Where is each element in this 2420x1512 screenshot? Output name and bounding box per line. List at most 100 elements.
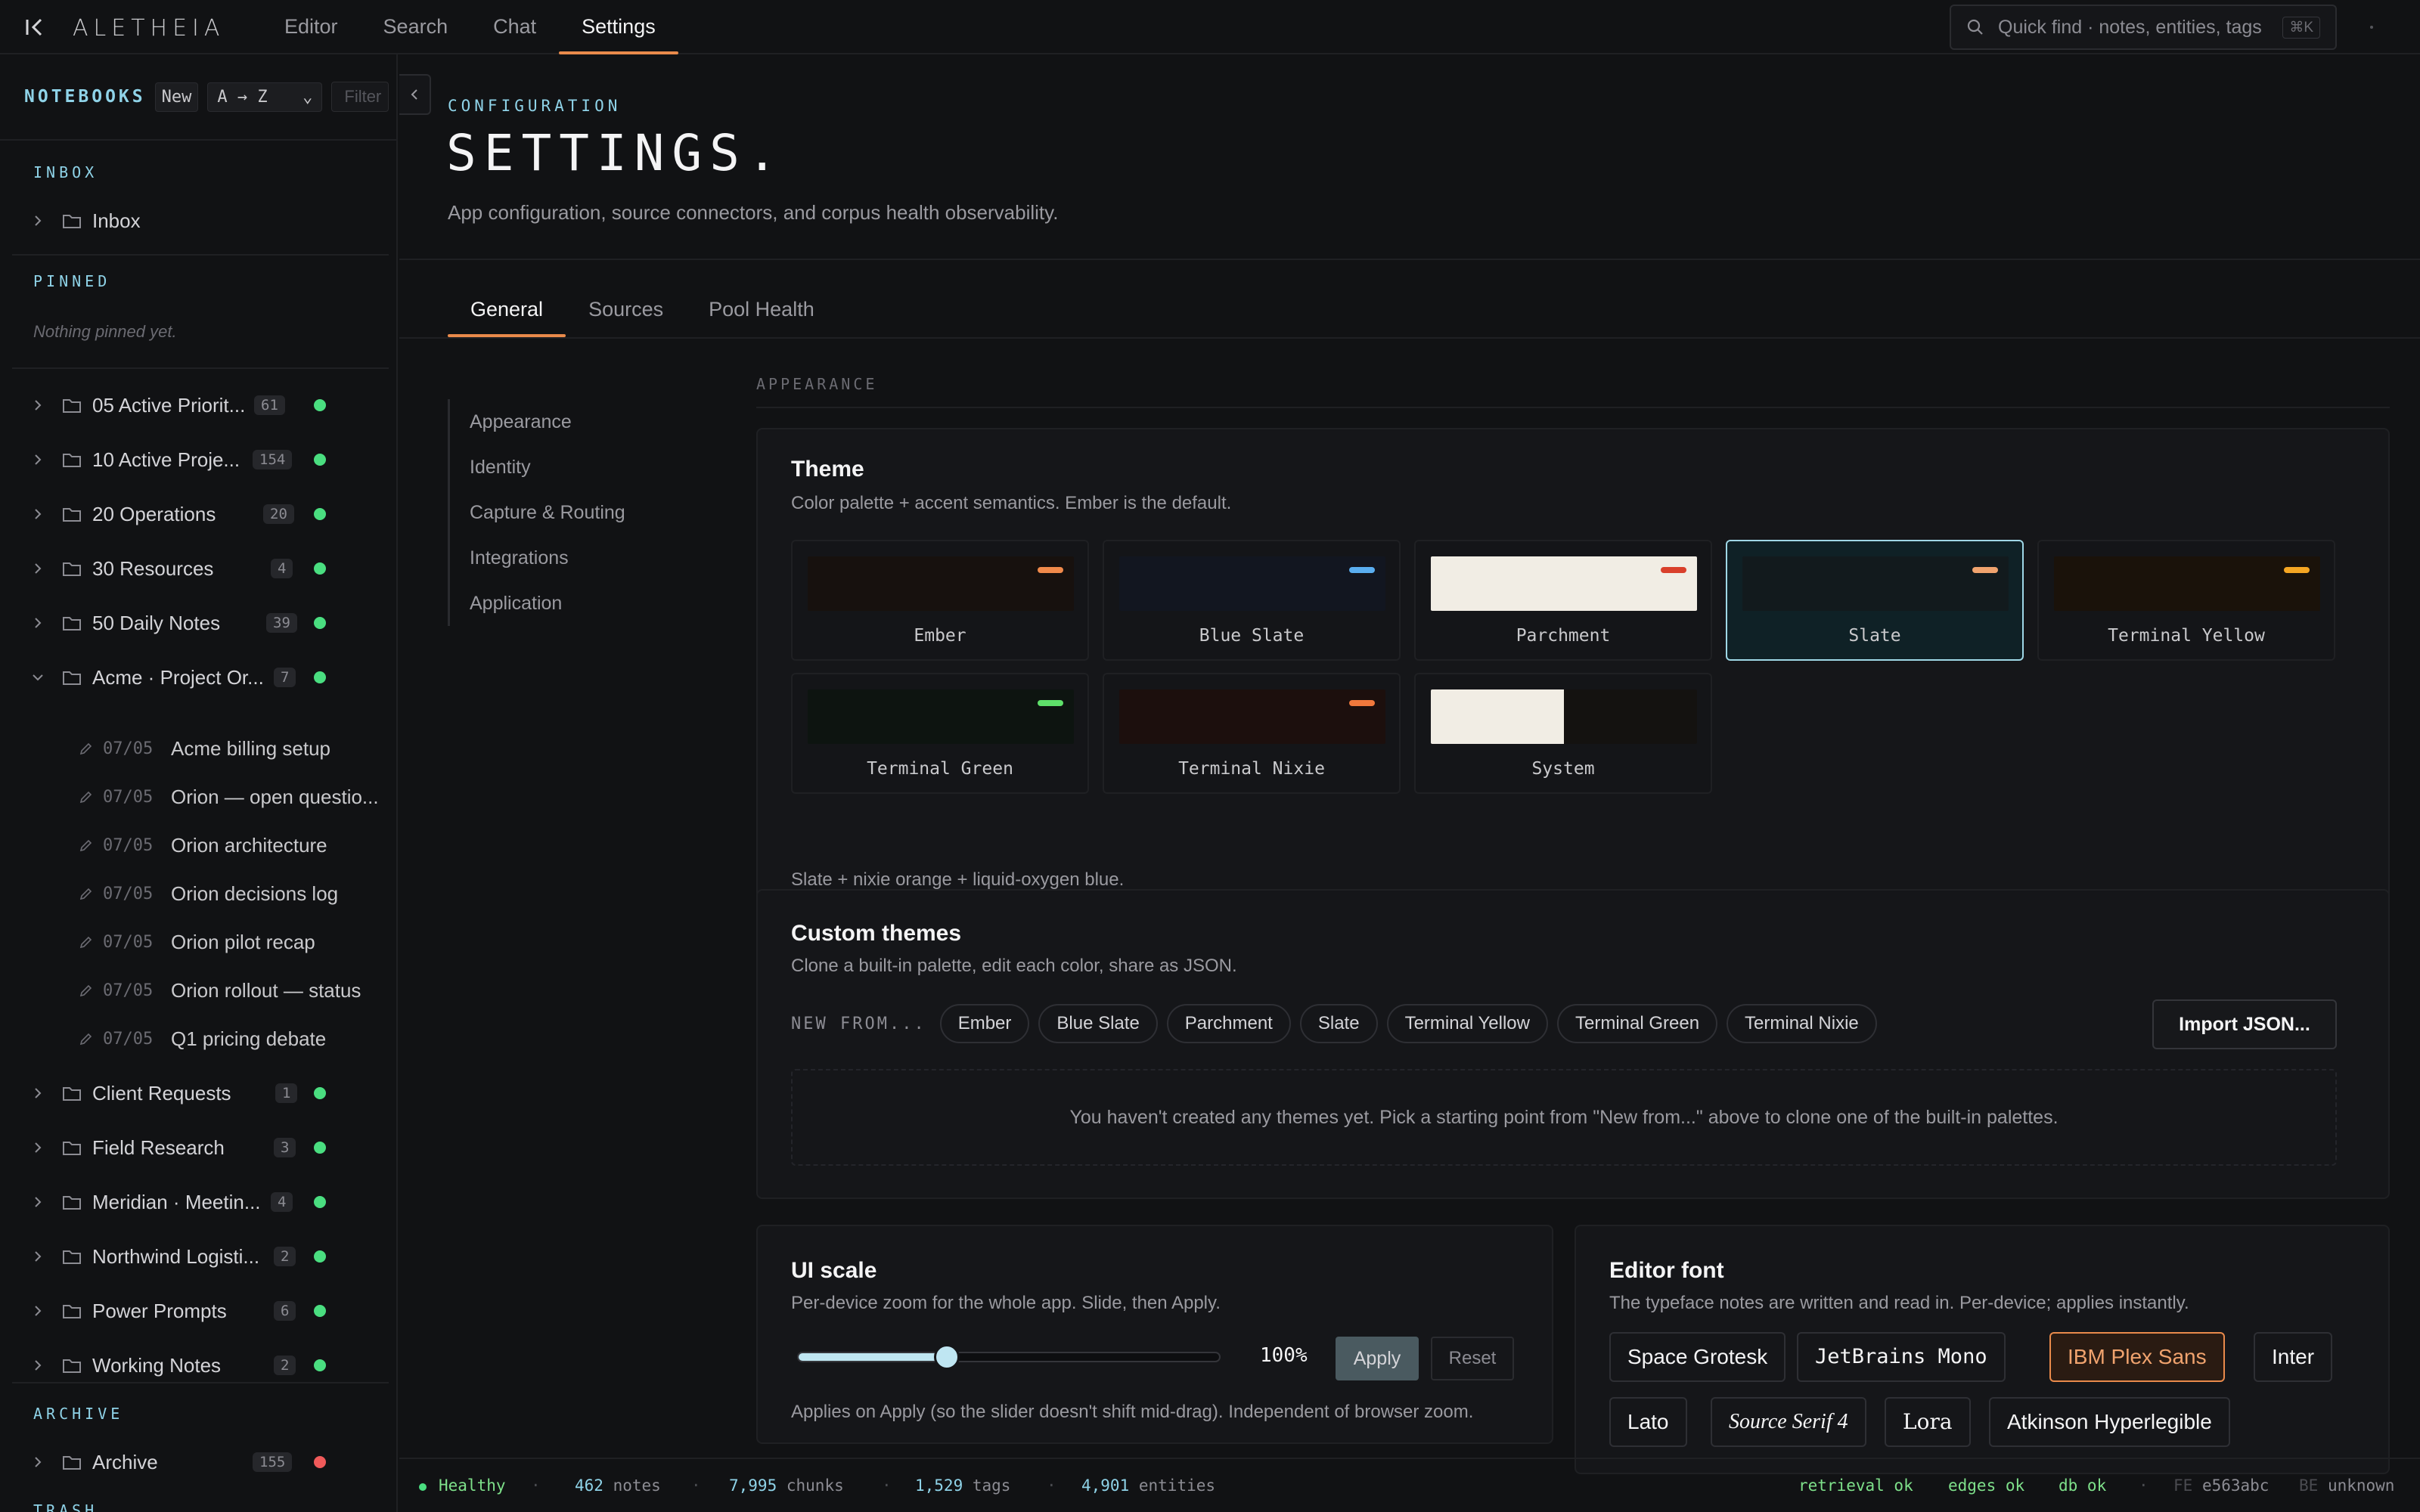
tab-pool-health[interactable]: Pool Health <box>686 281 837 337</box>
font-lato[interactable]: Lato <box>1609 1397 1687 1447</box>
status-dot <box>314 671 326 683</box>
subnav-integrations[interactable]: Integrations <box>450 535 675 581</box>
sidebar-note-item[interactable]: 07/05 Orion decisions log <box>0 874 396 913</box>
subnav-identity[interactable]: Identity <box>450 445 675 490</box>
nav-search[interactable]: Search <box>361 0 471 54</box>
slider-thumb[interactable] <box>934 1344 960 1370</box>
note-title: Q1 pricing debate <box>171 1027 327 1050</box>
sidebar-item-folder[interactable]: 50 Daily Notes 39 <box>0 602 396 644</box>
divider <box>12 254 389 256</box>
subnav-application[interactable]: Application <box>450 581 675 626</box>
note-title: Orion architecture <box>171 833 327 857</box>
main-content: CONFIGURATION SETTINGS. App configuratio… <box>399 54 2420 1474</box>
new-from-pill[interactable]: Terminal Nixie <box>1727 1004 1877 1043</box>
slider-fill <box>799 1353 947 1361</box>
sidebar-item-inbox[interactable]: Inbox <box>0 200 396 242</box>
sidebar-item-folder[interactable]: Working Notes 2 <box>0 1344 396 1387</box>
sidebar-note-item[interactable]: 07/05 Orion rollout — status <box>0 971 396 1010</box>
reset-button[interactable]: Reset <box>1431 1337 1514 1380</box>
theme-swatch[interactable]: Blue Slate <box>1103 540 1401 661</box>
sidebar-item-folder[interactable]: 10 Active Proje... 154 <box>0 438 396 481</box>
sidebar-item-folder[interactable]: Northwind Logisti... 2 <box>0 1235 396 1278</box>
pencil-icon <box>79 791 92 804</box>
ui-scale-desc: Per-device zoom for the whole app. Slide… <box>791 1293 1221 1313</box>
chevron-right-icon <box>35 1360 42 1371</box>
theme-card: Theme Color palette + accent semantics. … <box>756 428 2390 922</box>
sidebar-item-folder[interactable]: Meridian · Meetin... 4 <box>0 1181 396 1223</box>
be-label: BE <box>2299 1476 2319 1495</box>
font-atkinson-hyperlegible[interactable]: Atkinson Hyperlegible <box>1989 1397 2230 1447</box>
font-jetbrains-mono[interactable]: JetBrains Mono <box>1797 1332 2006 1382</box>
quick-find-input[interactable]: Quick find · notes, entities, tags ⌘K <box>1950 5 2337 50</box>
apply-button[interactable]: Apply <box>1336 1337 1419 1380</box>
sidebar-item-folder[interactable]: Field Research 3 <box>0 1126 396 1169</box>
new-from-pill[interactable]: Ember <box>939 1004 1030 1043</box>
new-from-pill[interactable]: Terminal Yellow <box>1386 1004 1548 1043</box>
count-badge: 1 <box>275 1083 298 1103</box>
chunks-count: 7,995 <box>729 1476 777 1495</box>
new-notebook-button[interactable]: New <box>154 82 199 112</box>
sidebar-item-label: Inbox <box>92 209 141 232</box>
nav-settings[interactable]: Settings <box>559 0 678 54</box>
sidebar-item-label: Client Requests <box>92 1081 231 1105</box>
more-icon[interactable] <box>2370 26 2373 29</box>
new-from-pill[interactable]: Blue Slate <box>1038 1004 1158 1043</box>
sidebar-item-folder[interactable]: Client Requests 1 <box>0 1072 396 1114</box>
new-from-pill[interactable]: Terminal Green <box>1556 1004 1718 1043</box>
sidebar-item-folder[interactable]: 05 Active Priorit... 61 <box>0 384 396 426</box>
subnav-capture-routing[interactable]: Capture & Routing <box>450 490 675 535</box>
chevron-down-icon <box>33 674 43 681</box>
sidebar-item-label: Working Notes <box>92 1353 222 1377</box>
collapse-sidebar-icon[interactable] <box>23 14 50 41</box>
sidebar-item-folder[interactable]: 20 Operations 20 <box>0 493 396 535</box>
theme-swatch[interactable]: Terminal Nixie <box>1103 673 1401 794</box>
ui-scale-note: Applies on Apply (so the slider doesn't … <box>791 1402 1474 1422</box>
import-json-button[interactable]: Import JSON... <box>2152 999 2337 1049</box>
new-from-pill[interactable]: Parchment <box>1166 1004 1291 1043</box>
sidebar-note-item[interactable]: 07/05 Orion pilot recap <box>0 922 396 962</box>
theme-swatch[interactable]: Terminal Yellow <box>2037 540 2335 661</box>
font-source-serif-4[interactable]: Source Serif 4 <box>1711 1397 1866 1447</box>
theme-name: Slate <box>1848 626 1901 646</box>
pencil-icon <box>79 984 92 997</box>
theme-swatch[interactable]: Parchment <box>1414 540 1712 661</box>
sidebar-note-item[interactable]: 07/05 Orion — open questio... <box>0 777 396 816</box>
sidebar-item-folder[interactable]: Power Prompts 6 <box>0 1290 396 1332</box>
new-from-pill[interactable]: Slate <box>1299 1004 1378 1043</box>
font-ibm-plex-sans[interactable]: IBM Plex Sans <box>2049 1332 2225 1382</box>
fe-value: e563abc <box>2201 1476 2270 1495</box>
accent-chip <box>1349 567 1375 573</box>
sort-select[interactable]: A → Z ⌄ <box>207 82 323 112</box>
filter-input[interactable]: Filter <box>331 82 389 112</box>
theme-swatch[interactable]: Terminal Green <box>791 673 1089 794</box>
theme-swatch[interactable]: Ember <box>791 540 1089 661</box>
separator: · <box>1047 1476 1056 1495</box>
sidebar-item-folder[interactable]: Acme · Project Or... 7 <box>0 656 396 699</box>
divider <box>399 259 2420 260</box>
sidebar-item-label: 05 Active Priorit... <box>92 393 246 417</box>
theme-swatch[interactable]: System <box>1414 673 1712 794</box>
font-lora[interactable]: Lora <box>1885 1397 1971 1447</box>
chevron-right-icon <box>35 1306 42 1316</box>
folder-icon <box>63 1196 81 1210</box>
tab-general[interactable]: General <box>448 281 566 337</box>
sidebar-note-item[interactable]: 07/05 Q1 pricing debate <box>0 1019 396 1058</box>
sidebar-item-folder[interactable]: 30 Resources 4 <box>0 547 396 590</box>
subnav-appearance[interactable]: Appearance <box>450 399 675 445</box>
nav-editor[interactable]: Editor <box>262 0 361 54</box>
sidebar-item-label: Northwind Logisti... <box>92 1244 260 1268</box>
tab-sources[interactable]: Sources <box>566 281 686 337</box>
status-dot <box>314 508 326 520</box>
pencil-icon <box>79 1033 92 1046</box>
font-space-grotesk[interactable]: Space Grotesk <box>1609 1332 1786 1382</box>
custom-themes-desc: Clone a built-in palette, edit each colo… <box>791 956 1237 976</box>
sidebar-note-item[interactable]: 07/05 Orion architecture <box>0 826 396 865</box>
font-inter[interactable]: Inter <box>2254 1332 2333 1382</box>
sidebar-item-archive[interactable]: Archive 155 <box>0 1441 396 1483</box>
ui-scale-slider[interactable] <box>797 1344 1221 1370</box>
top-bar: ALETHEIA Editor Search Chat Settings Qui… <box>0 0 2420 54</box>
nav-chat[interactable]: Chat <box>470 0 559 54</box>
chevron-right-icon <box>35 563 42 574</box>
theme-swatch[interactable]: Slate <box>1726 540 2024 661</box>
sidebar-note-item[interactable]: 07/05 Acme billing setup <box>0 729 396 768</box>
